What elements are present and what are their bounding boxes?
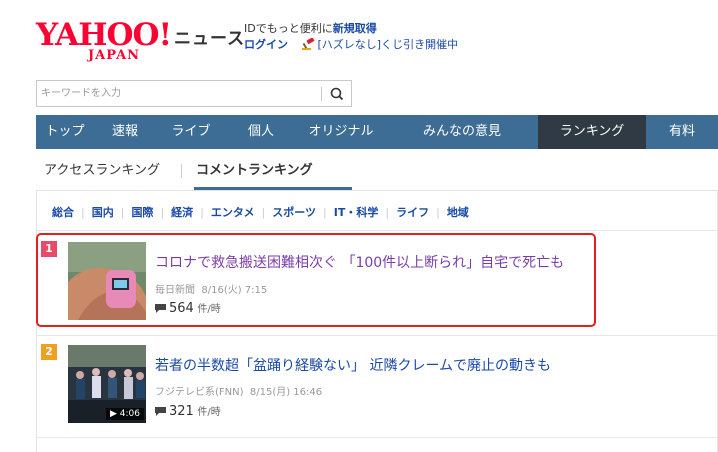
login-link[interactable]: ログイン <box>244 38 288 51</box>
category-international[interactable]: 国際 <box>131 206 153 219</box>
comment-count: 321 件/時 <box>155 403 221 419</box>
nav-item-top[interactable]: トップ <box>36 115 94 149</box>
nav-item-breaking[interactable]: 速報 <box>94 115 156 149</box>
auction-hammer-icon <box>301 38 314 50</box>
yahoo-japan-logo[interactable]: YAHOO! JAPAN <box>36 18 172 63</box>
row-divider <box>37 335 717 336</box>
tab-comment-ranking[interactable]: コメントランキング <box>196 160 313 182</box>
article-thumbnail[interactable]: ▶ 4:06 <box>68 345 146 423</box>
category-separator: | <box>436 206 440 219</box>
lottery-link[interactable]: [ハズレなし]くじ引き開催中 <box>318 38 459 51</box>
category-entertainment[interactable]: エンタメ <box>211 206 255 219</box>
highlight-box <box>36 233 596 327</box>
promo-prefix: IDでもっと便利に <box>244 22 333 35</box>
rank-badge: 2 <box>41 344 57 360</box>
tab-access-ranking[interactable]: アクセスランキング <box>44 160 160 182</box>
search-icon[interactable] <box>327 84 347 104</box>
article-date: 8/15(月) 16:46 <box>249 387 323 398</box>
video-duration: ▶ 4:06 <box>105 408 144 420</box>
category-sports[interactable]: スポーツ <box>272 206 316 219</box>
article-title-link[interactable]: 若者の半数超「盆踊り経験ない」 近隣クレームで廃止の動きも <box>155 355 551 375</box>
ranking-subtabs: アクセスランキング コメントランキング <box>36 160 436 190</box>
promo-login-row: ログイン [ハズレなし]くじ引き開催中 <box>244 36 458 52</box>
category-separator: | <box>120 206 125 219</box>
category-life[interactable]: ライフ <box>396 206 429 219</box>
comment-count-unit: 件/時 <box>197 407 221 418</box>
category-economy[interactable]: 経済 <box>171 206 193 219</box>
nav-item-opinions[interactable]: みんなの意見 <box>386 115 538 149</box>
category-separator: | <box>261 206 266 219</box>
category-separator: | <box>160 206 165 219</box>
row-divider <box>37 437 717 438</box>
nav-item-individual[interactable]: 個人 <box>226 115 296 149</box>
search-box <box>36 80 352 107</box>
nav-item-ranking[interactable]: ランキング <box>538 115 646 149</box>
category-it-science[interactable]: IT・科学 <box>334 206 379 219</box>
search-input[interactable] <box>41 85 311 102</box>
signup-link[interactable]: 新規取得 <box>333 22 377 35</box>
promo-text: IDでもっと便利に新規取得 <box>244 20 377 36</box>
category-general[interactable]: 総合 <box>52 206 74 219</box>
category-separator: | <box>81 206 85 219</box>
article-source: フジテレビ系(FNN) <box>155 387 244 398</box>
nav-item-paid[interactable]: 有料 <box>646 115 718 149</box>
search-separator <box>321 87 322 101</box>
category-separator: | <box>323 206 327 219</box>
category-domestic[interactable]: 国内 <box>92 206 114 219</box>
article-meta: フジテレビ系(FNN) 8/15(月) 16:46 <box>155 383 322 398</box>
nav-item-original[interactable]: オリジナル <box>296 115 386 149</box>
category-separator: | <box>200 206 204 219</box>
category-region[interactable]: 地域 <box>447 206 469 219</box>
subtab-separator <box>181 164 182 178</box>
category-bar: 総合 | 国内 | 国際 | 経済 | エンタメ | スポーツ | IT・科学 | ライフ | 地域 <box>52 204 469 220</box>
content-border <box>36 190 718 191</box>
category-separator: | <box>385 206 390 219</box>
video-duration-value: 4:06 <box>119 409 140 419</box>
logo-main-text: YAHOO! <box>36 17 172 53</box>
logo-sub-text: JAPAN <box>88 48 141 63</box>
comment-icon <box>155 407 166 416</box>
nav-item-live[interactable]: ライブ <box>156 115 226 149</box>
comment-count-value: 321 <box>169 404 194 419</box>
service-title[interactable]: ニュース <box>174 24 245 49</box>
main-nav: トップ 速報 ライブ 個人 オリジナル みんなの意見 ランキング 有料 <box>36 115 718 149</box>
category-divider <box>37 230 717 231</box>
